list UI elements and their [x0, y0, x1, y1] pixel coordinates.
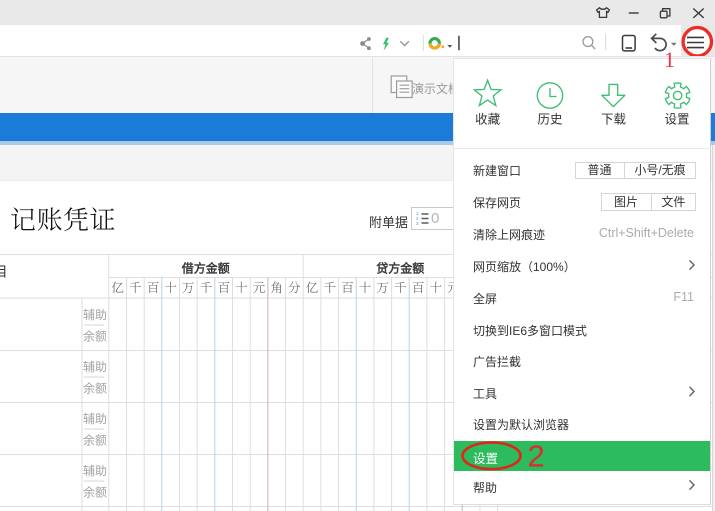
svg-text:1: 1: [664, 47, 675, 72]
svg-text:2: 2: [528, 439, 545, 474]
